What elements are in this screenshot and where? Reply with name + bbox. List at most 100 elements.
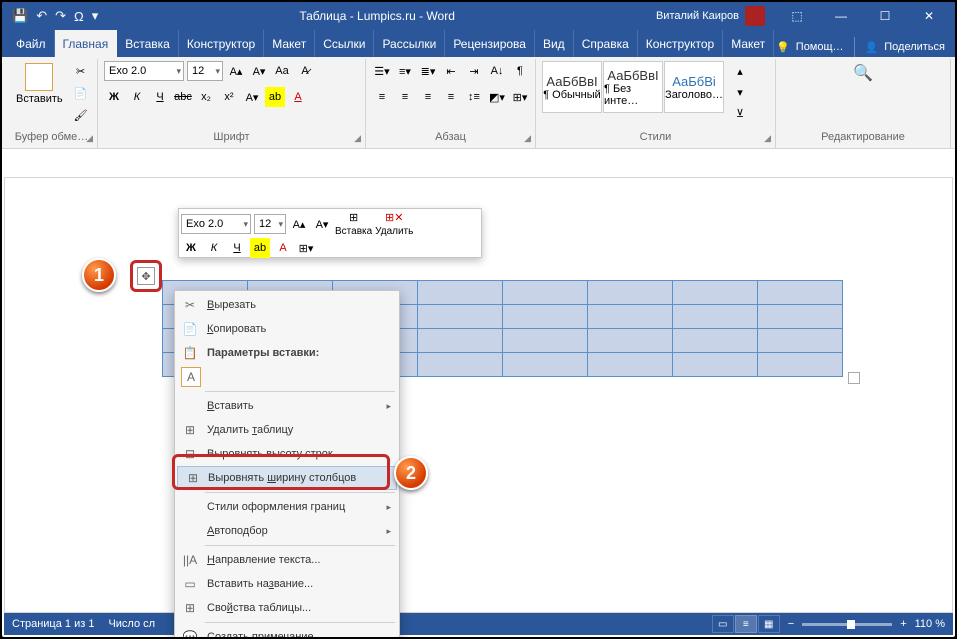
superscript-button[interactable]: x² bbox=[219, 87, 239, 107]
align-left-icon[interactable]: ≡ bbox=[372, 87, 392, 107]
change-case-icon[interactable]: Aa bbox=[272, 61, 292, 81]
multilevel-icon[interactable]: ≣▾ bbox=[418, 61, 438, 81]
ribbon-options-icon[interactable]: ⬚ bbox=[775, 2, 819, 30]
mini-highlight-icon[interactable]: ab bbox=[250, 238, 270, 258]
view-web-icon[interactable]: ▦ bbox=[758, 615, 780, 633]
italic-button[interactable]: К bbox=[127, 87, 147, 107]
ctx-delete-table[interactable]: ⊞Удалить таблицу bbox=[175, 418, 399, 442]
clear-format-icon[interactable]: A̷ bbox=[295, 61, 315, 81]
bold-button[interactable]: Ж bbox=[104, 87, 124, 107]
find-button[interactable]: 🔍 bbox=[849, 61, 877, 85]
qat-symbol-icon[interactable]: Ω bbox=[74, 9, 84, 24]
ctx-table-props[interactable]: ⊞Свойства таблицы... bbox=[175, 596, 399, 620]
shrink-font-icon[interactable]: A▾ bbox=[249, 61, 269, 81]
subscript-button[interactable]: x₂ bbox=[196, 87, 216, 107]
tab-view[interactable]: Вид bbox=[535, 30, 574, 57]
format-painter-icon[interactable]: 🖌 bbox=[71, 105, 91, 125]
ctx-new-comment[interactable]: 💬Создать примечание bbox=[175, 625, 399, 637]
mini-grow-icon[interactable]: A▴ bbox=[289, 214, 309, 234]
font-color-icon[interactable]: A bbox=[288, 87, 308, 107]
text-effects-icon[interactable]: A▾ bbox=[242, 87, 262, 107]
tab-layout[interactable]: Макет bbox=[264, 30, 315, 57]
zoom-out-button[interactable]: − bbox=[788, 618, 794, 630]
ctx-row-height[interactable]: ⊟Выровнять высоту строк bbox=[175, 442, 399, 466]
qat-save-icon[interactable]: 💾 bbox=[12, 8, 28, 24]
ctx-cut[interactable]: ✂Вырезать bbox=[175, 293, 399, 317]
mini-insert-button[interactable]: ⊞ Вставка bbox=[335, 211, 372, 237]
sort-icon[interactable]: A↓ bbox=[487, 61, 507, 81]
status-page[interactable]: Страница 1 из 1 bbox=[12, 618, 94, 630]
ctx-insert-caption[interactable]: ▭Вставить название... bbox=[175, 572, 399, 596]
highlight-icon[interactable]: ab bbox=[265, 87, 285, 107]
tab-table-layout[interactable]: Макет bbox=[723, 30, 774, 57]
underline-button[interactable]: Ч bbox=[150, 87, 170, 107]
styles-down-icon[interactable]: ▾ bbox=[730, 82, 750, 102]
close-button[interactable]: ✕ bbox=[907, 2, 951, 30]
user-area[interactable]: Виталий Каиров bbox=[656, 6, 765, 26]
bullets-icon[interactable]: ☰▾ bbox=[372, 61, 392, 81]
style-heading1[interactable]: АаБбВіЗаголово… bbox=[664, 61, 724, 113]
indent-dec-icon[interactable]: ⇤ bbox=[441, 61, 461, 81]
indent-inc-icon[interactable]: ⇥ bbox=[464, 61, 484, 81]
tab-mailings[interactable]: Рассылки bbox=[374, 30, 445, 57]
mini-insert-label: Вставка bbox=[335, 226, 372, 237]
style-nospacing[interactable]: АаБбВвІ¶ Без инте… bbox=[603, 61, 663, 113]
align-right-icon[interactable]: ≡ bbox=[418, 87, 438, 107]
tab-review[interactable]: Рецензирова bbox=[445, 30, 535, 57]
qat-redo-icon[interactable]: ↷ bbox=[55, 8, 66, 24]
tab-file[interactable]: Файл bbox=[8, 30, 55, 57]
mini-fontcolor-icon[interactable]: A bbox=[273, 238, 293, 258]
copy-icon[interactable]: 📄 bbox=[71, 83, 91, 103]
borders-icon[interactable]: ⊞▾ bbox=[510, 87, 530, 107]
tab-insert[interactable]: Вставка bbox=[117, 30, 179, 57]
paste-button[interactable]: Вставить bbox=[12, 61, 67, 107]
ctx-insert[interactable]: Вставить▸ bbox=[175, 394, 399, 418]
view-print-icon[interactable]: ≡ bbox=[735, 615, 757, 633]
mini-shrink-icon[interactable]: A▾ bbox=[312, 214, 332, 234]
mini-size-combo[interactable]: 12 bbox=[254, 214, 286, 234]
font-size-combo[interactable]: 12 bbox=[187, 61, 223, 81]
tab-design[interactable]: Конструктор bbox=[179, 30, 264, 57]
font-name-combo[interactable]: Exo 2.0 bbox=[104, 61, 184, 81]
ctx-autofit[interactable]: Автоподбор▸ bbox=[175, 519, 399, 543]
status-words[interactable]: Число сл bbox=[108, 618, 155, 630]
mini-bold[interactable]: Ж bbox=[181, 238, 201, 258]
tab-references[interactable]: Ссылки bbox=[315, 30, 374, 57]
tab-home[interactable]: Главная bbox=[55, 30, 118, 57]
mini-italic[interactable]: К bbox=[204, 238, 224, 258]
qat-undo-icon[interactable]: ↶ bbox=[36, 8, 47, 24]
shading-icon[interactable]: ◩▾ bbox=[487, 87, 507, 107]
tab-help[interactable]: Справка bbox=[574, 30, 638, 57]
zoom-slider[interactable] bbox=[802, 623, 892, 626]
cut-icon[interactable]: ✂ bbox=[71, 61, 91, 81]
zoom-level[interactable]: 110 % bbox=[915, 618, 945, 630]
show-marks-icon[interactable]: ¶ bbox=[510, 61, 530, 81]
mini-font-combo[interactable]: Exo 2.0 bbox=[181, 214, 251, 234]
ctx-paste-option[interactable]: A bbox=[175, 365, 399, 389]
mini-delete-button[interactable]: ⊞✕ Удалить bbox=[375, 211, 413, 237]
minimize-button[interactable]: ― bbox=[819, 2, 863, 30]
grow-font-icon[interactable]: A▴ bbox=[226, 61, 246, 81]
justify-icon[interactable]: ≡ bbox=[441, 87, 461, 107]
ctx-copy[interactable]: 📄Копировать bbox=[175, 317, 399, 341]
tab-table-design[interactable]: Конструктор bbox=[638, 30, 723, 57]
table-move-handle[interactable]: ✥ bbox=[130, 260, 162, 292]
tell-me[interactable]: Помощ… bbox=[796, 41, 844, 53]
line-spacing-icon[interactable]: ↕≡ bbox=[464, 87, 484, 107]
ctx-text-direction[interactable]: ||AНаправление текста... bbox=[175, 548, 399, 572]
strike-button[interactable]: abc bbox=[173, 87, 193, 107]
mini-underline[interactable]: Ч bbox=[227, 238, 247, 258]
ctx-border-styles[interactable]: Стили оформления границ▸ bbox=[175, 495, 399, 519]
style-normal[interactable]: АаБбВвІ¶ Обычный bbox=[542, 61, 602, 113]
view-read-icon[interactable]: ▭ bbox=[712, 615, 734, 633]
share-button[interactable]: Поделиться bbox=[884, 41, 945, 53]
styles-up-icon[interactable]: ▴ bbox=[730, 61, 750, 81]
qat-more-icon[interactable]: ▾ bbox=[92, 8, 99, 24]
align-center-icon[interactable]: ≡ bbox=[395, 87, 415, 107]
mini-borders-icon[interactable]: ⊞▾ bbox=[296, 238, 316, 258]
numbering-icon[interactable]: ≡▾ bbox=[395, 61, 415, 81]
styles-more-icon[interactable]: ⊻ bbox=[730, 103, 750, 123]
maximize-button[interactable]: ☐ bbox=[863, 2, 907, 30]
ctx-column-width[interactable]: ⊞Выровнять ширину столбцов bbox=[177, 466, 397, 490]
zoom-in-button[interactable]: + bbox=[900, 618, 906, 630]
